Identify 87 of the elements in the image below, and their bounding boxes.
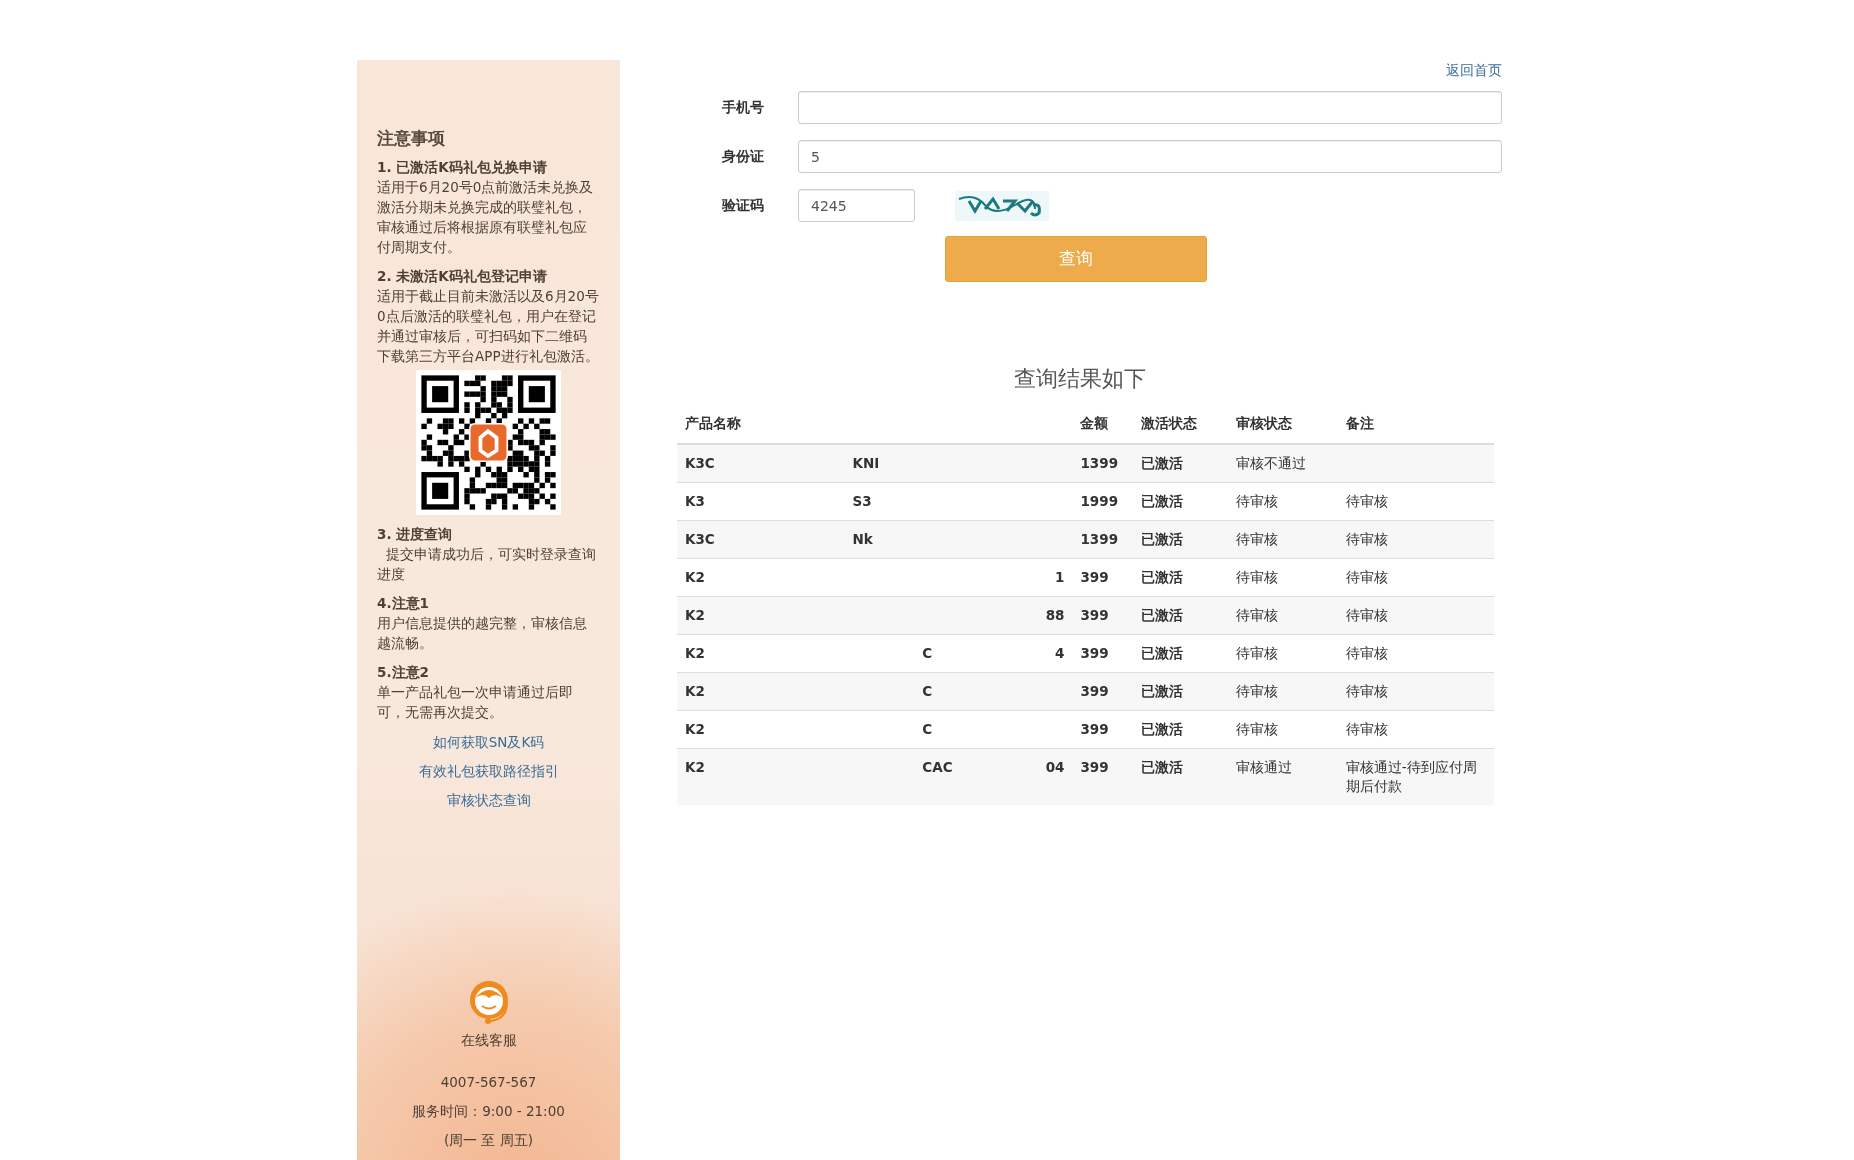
- table-cell: K2: [685, 569, 705, 586]
- table-cell: 1399: [1080, 531, 1119, 548]
- table-cell: 待审核: [1235, 493, 1278, 510]
- table-cell: 399: [1080, 683, 1109, 700]
- table-cell: 4: [1055, 645, 1065, 662]
- service-hours: 服务时间：9:00 - 21:00: [412, 1102, 565, 1121]
- field-label: 验证码: [722, 196, 765, 215]
- table-cell: S3: [852, 493, 872, 510]
- table-cell: 399: [1080, 607, 1109, 624]
- table-cell: 1: [1055, 569, 1065, 586]
- sidebar-link[interactable]: 如何获取SN及K码: [432, 733, 545, 750]
- table-cell: 待审核: [1235, 683, 1278, 700]
- table-cell: 审核通过: [1235, 759, 1292, 776]
- table-cell: C: [922, 645, 933, 662]
- section-text: 用户信息提供的越完整，审核信息越流畅。: [377, 613, 588, 653]
- table-cell: 审核通过-待到应付周期后付款: [1345, 759, 1477, 795]
- service-label: 在线客服: [460, 1031, 517, 1050]
- service-days: (周一 至 周五): [443, 1130, 534, 1150]
- table-cell: C: [922, 721, 933, 738]
- table-cell: K2: [685, 607, 705, 624]
- column-header: 产品名称: [685, 415, 741, 431]
- table-cell: 已激活: [1140, 493, 1183, 510]
- home-link[interactable]: 返回首页: [1446, 60, 1502, 91]
- phone-number: 4007-567-567: [440, 1073, 537, 1092]
- section-text: 单一产品礼包一次申请通过后即可，无需再次提交。: [377, 682, 574, 722]
- table-cell: 审核不通过: [1235, 455, 1306, 472]
- table-cell: 待审核: [1235, 531, 1278, 548]
- table-cell: 已激活: [1140, 455, 1183, 472]
- results-title: 查询结果如下: [1014, 366, 1146, 391]
- table-cell: 待审核: [1345, 645, 1388, 662]
- section-title: 1. 已激活K码礼包兑换申请: [377, 157, 548, 177]
- table-cell: CAC: [922, 759, 953, 776]
- table-cell: 已激活: [1140, 645, 1183, 662]
- table-cell: 已激活: [1140, 607, 1183, 624]
- table-cell: K2: [685, 721, 705, 738]
- table-cell: 待审核: [1235, 721, 1278, 738]
- input-field[interactable]: [798, 91, 1502, 124]
- table-cell: Nk: [852, 531, 873, 548]
- table-cell: KNI: [852, 455, 880, 472]
- column-header: 备注: [1345, 415, 1374, 431]
- table-cell: 399: [1080, 569, 1109, 586]
- table-cell: 399: [1080, 645, 1109, 662]
- table-cell: 待审核: [1235, 645, 1278, 662]
- table-cell: K3C: [685, 531, 715, 548]
- table-cell: 已激活: [1140, 569, 1183, 586]
- table-cell: 04: [1045, 759, 1065, 776]
- column-header: 金额: [1080, 415, 1109, 431]
- table-cell: 待审核: [1345, 607, 1388, 624]
- table-cell: 88: [1045, 607, 1065, 624]
- sidebar-heading: 注意事项: [377, 127, 446, 150]
- table-cell: 399: [1080, 759, 1109, 776]
- table-cell: K3C: [685, 455, 715, 472]
- section-text: 适用于截止目前未激活以及6月20号0点后激活的联璧礼包，用户在登记并通过审核后，可扫码如下二维码下载第三方平台APP进行礼包激活。: [377, 286, 600, 366]
- section-title: 2. 未激活K码礼包登记申请: [377, 266, 548, 286]
- table-cell: 已激活: [1140, 721, 1183, 738]
- section-text: 适用于6月20号0点前激活未兑换及激活分期未兑换完成的联璧礼包，审核通过后将根据原有联璧礼包应付周期支付。: [377, 177, 595, 257]
- table-cell: 已激活: [1140, 759, 1183, 776]
- section-title: 5.注意2: [377, 662, 430, 682]
- section-title: 4.注意1: [377, 593, 430, 613]
- captcha-image[interactable]: [955, 190, 1049, 221]
- table-cell: K2: [685, 645, 705, 662]
- sidebar-link[interactable]: 有效礼包获取路径指引: [418, 762, 559, 779]
- table-cell: 待审核: [1345, 683, 1388, 700]
- table-cell: 待审核: [1345, 493, 1388, 510]
- table-cell: 1399: [1080, 455, 1119, 472]
- section-text: 提交申请成功后，可实时登录查询进度: [377, 544, 597, 584]
- field-label: 身份证: [722, 147, 765, 166]
- field-label: 手机号: [722, 98, 765, 117]
- table-cell: 待审核: [1345, 531, 1388, 548]
- input-field[interactable]: 4245: [798, 189, 915, 222]
- table-cell: K2: [685, 759, 705, 776]
- table-cell: 待审核: [1235, 569, 1278, 586]
- table-cell: C: [922, 683, 933, 700]
- table-cell: 1999: [1080, 493, 1119, 510]
- table-cell: 399: [1080, 721, 1109, 738]
- input-field[interactable]: 5: [798, 140, 1502, 173]
- table-cell: 已激活: [1140, 531, 1183, 548]
- table-cell: K2: [685, 683, 705, 700]
- section-title: 3. 进度查询: [377, 524, 454, 544]
- table-cell: K3: [685, 493, 705, 510]
- table-cell: 已激活: [1140, 683, 1183, 700]
- table-cell: 待审核: [1345, 721, 1388, 738]
- column-header: 审核状态: [1235, 415, 1292, 431]
- table-cell: 待审核: [1235, 607, 1278, 624]
- table-cell: 待审核: [1345, 569, 1388, 586]
- column-header: 激活状态: [1140, 415, 1197, 431]
- sidebar-link[interactable]: 审核状态查询: [446, 791, 531, 808]
